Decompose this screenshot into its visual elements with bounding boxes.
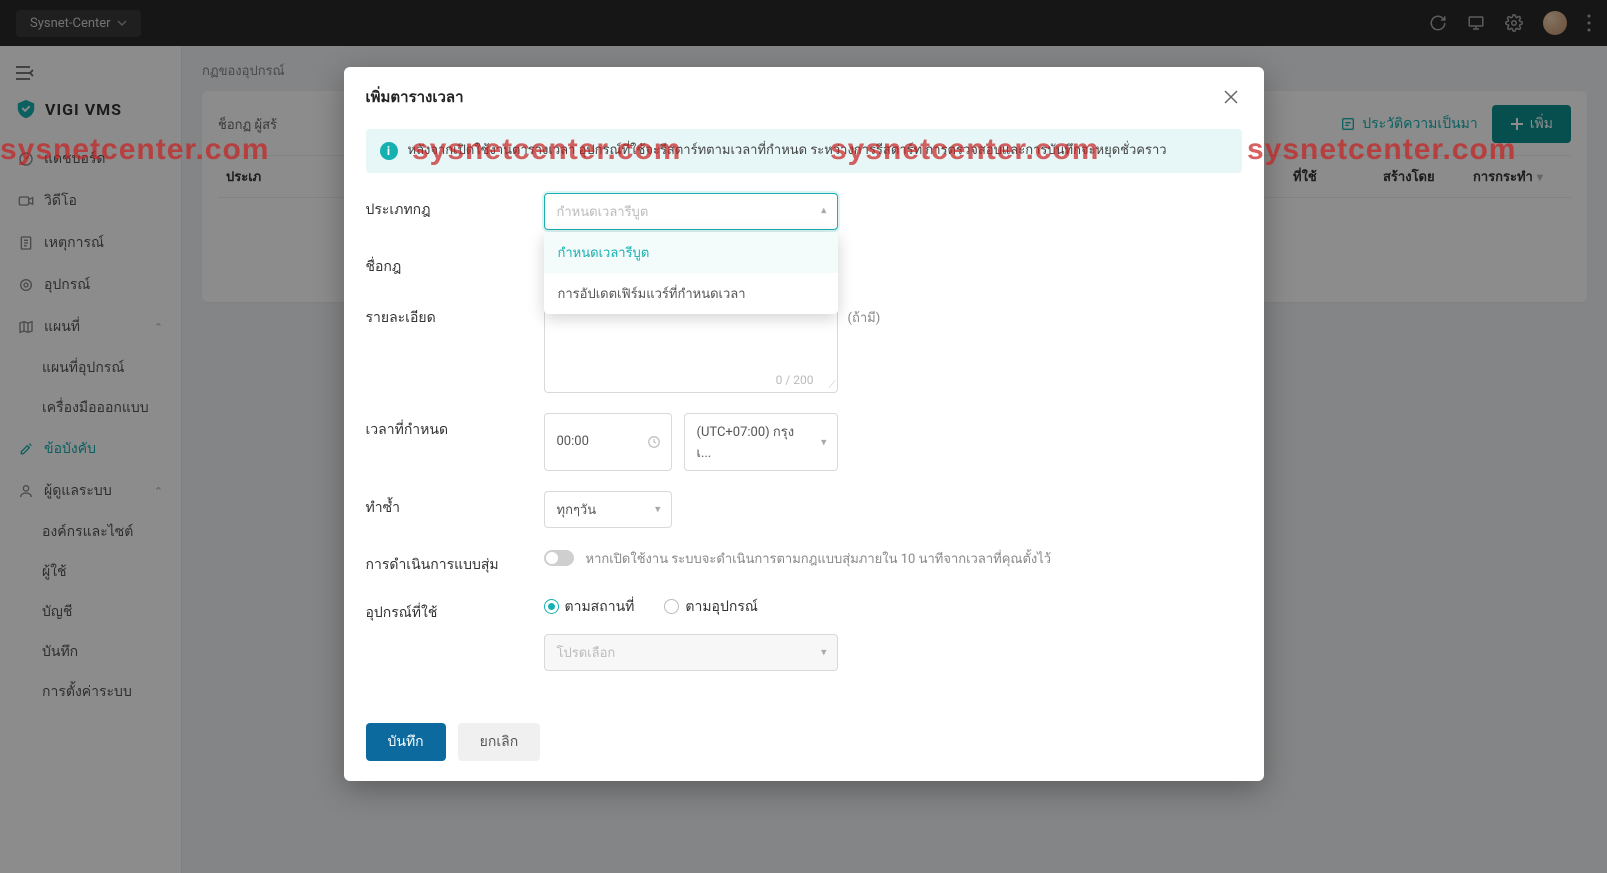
- dropdown-option-firmware[interactable]: การอัปเดตเฟิร์มแวร์ที่กำหนดเวลา: [544, 273, 838, 314]
- save-button[interactable]: บันทึก: [366, 723, 446, 761]
- select-placeholder: โปรดเลือก: [557, 642, 616, 663]
- chevron-down-icon: ▾: [821, 435, 827, 448]
- label-applied: อุปกรณ์ที่ใช้: [366, 596, 544, 624]
- timezone-value: (UTC+07:00) กรุงเ...: [697, 421, 807, 463]
- chevron-down-icon: ▾: [821, 646, 827, 659]
- close-button[interactable]: [1220, 86, 1242, 108]
- repeat-select[interactable]: ทุกๆวัน ▾: [544, 491, 672, 528]
- time-input[interactable]: 00:00: [544, 413, 672, 471]
- label-desc: รายละเอียด: [366, 301, 544, 329]
- char-count: 0 / 200: [776, 373, 814, 387]
- radio-icon: [544, 599, 559, 614]
- modal-title: เพิ่มตารางเวลา: [366, 85, 464, 109]
- label-random: การดำเนินการแบบสุ่ม: [366, 548, 544, 576]
- info-banner: i หลังจากเปิดใช้งานตารางเวลา อุปกรณ์ที่ใ…: [366, 129, 1242, 173]
- repeat-value: ทุกๆวัน: [557, 499, 597, 520]
- random-desc: หากเปิดใช้งาน ระบบจะดำเนินการตามกฎแบบสุ่…: [586, 548, 1052, 569]
- random-toggle[interactable]: [544, 550, 574, 566]
- label-schedtime: เวลาที่กำหนด: [366, 413, 544, 441]
- optional-hint: (ถ้ามี): [838, 301, 881, 328]
- cancel-button[interactable]: ยกเลิก: [458, 723, 541, 761]
- ruletype-select[interactable]: กำหนดเวลารีบูต ▾: [544, 193, 838, 230]
- add-schedule-modal: เพิ่มตารางเวลา i หลังจากเปิดใช้งานตารางเ…: [344, 67, 1264, 781]
- dropdown-option-reboot[interactable]: กำหนดเวลารีบูต: [544, 232, 838, 273]
- location-select[interactable]: โปรดเลือก ▾: [544, 634, 838, 671]
- ruletype-placeholder: กำหนดเวลารีบูต: [557, 201, 649, 222]
- radio-label: ตามสถานที่: [565, 596, 635, 618]
- ruletype-dropdown: กำหนดเวลารีบูต การอัปเดตเฟิร์มแวร์ที่กำห…: [544, 232, 838, 314]
- radio-by-location[interactable]: ตามสถานที่: [544, 596, 635, 618]
- chevron-up-icon: ▾: [821, 205, 827, 218]
- label-ruletype: ประเภทกฎ: [366, 193, 544, 221]
- timezone-select[interactable]: (UTC+07:00) กรุงเ... ▾: [684, 413, 838, 471]
- radio-by-device[interactable]: ตามอุปกรณ์: [664, 596, 757, 618]
- info-icon: i: [380, 142, 398, 160]
- chevron-down-icon: ▾: [655, 503, 661, 516]
- clock-icon: [647, 435, 661, 449]
- label-repeat: ทำซ้ำ: [366, 491, 544, 519]
- radio-label: ตามอุปกรณ์: [685, 596, 757, 618]
- close-icon: [1224, 90, 1238, 104]
- info-text: หลังจากเปิดใช้งานตารางเวลา อุปกรณ์ที่ใช้…: [408, 141, 1167, 161]
- radio-icon: [664, 599, 679, 614]
- label-rulename: ชื่อกฎ: [366, 250, 544, 278]
- time-value: 00:00: [557, 434, 589, 449]
